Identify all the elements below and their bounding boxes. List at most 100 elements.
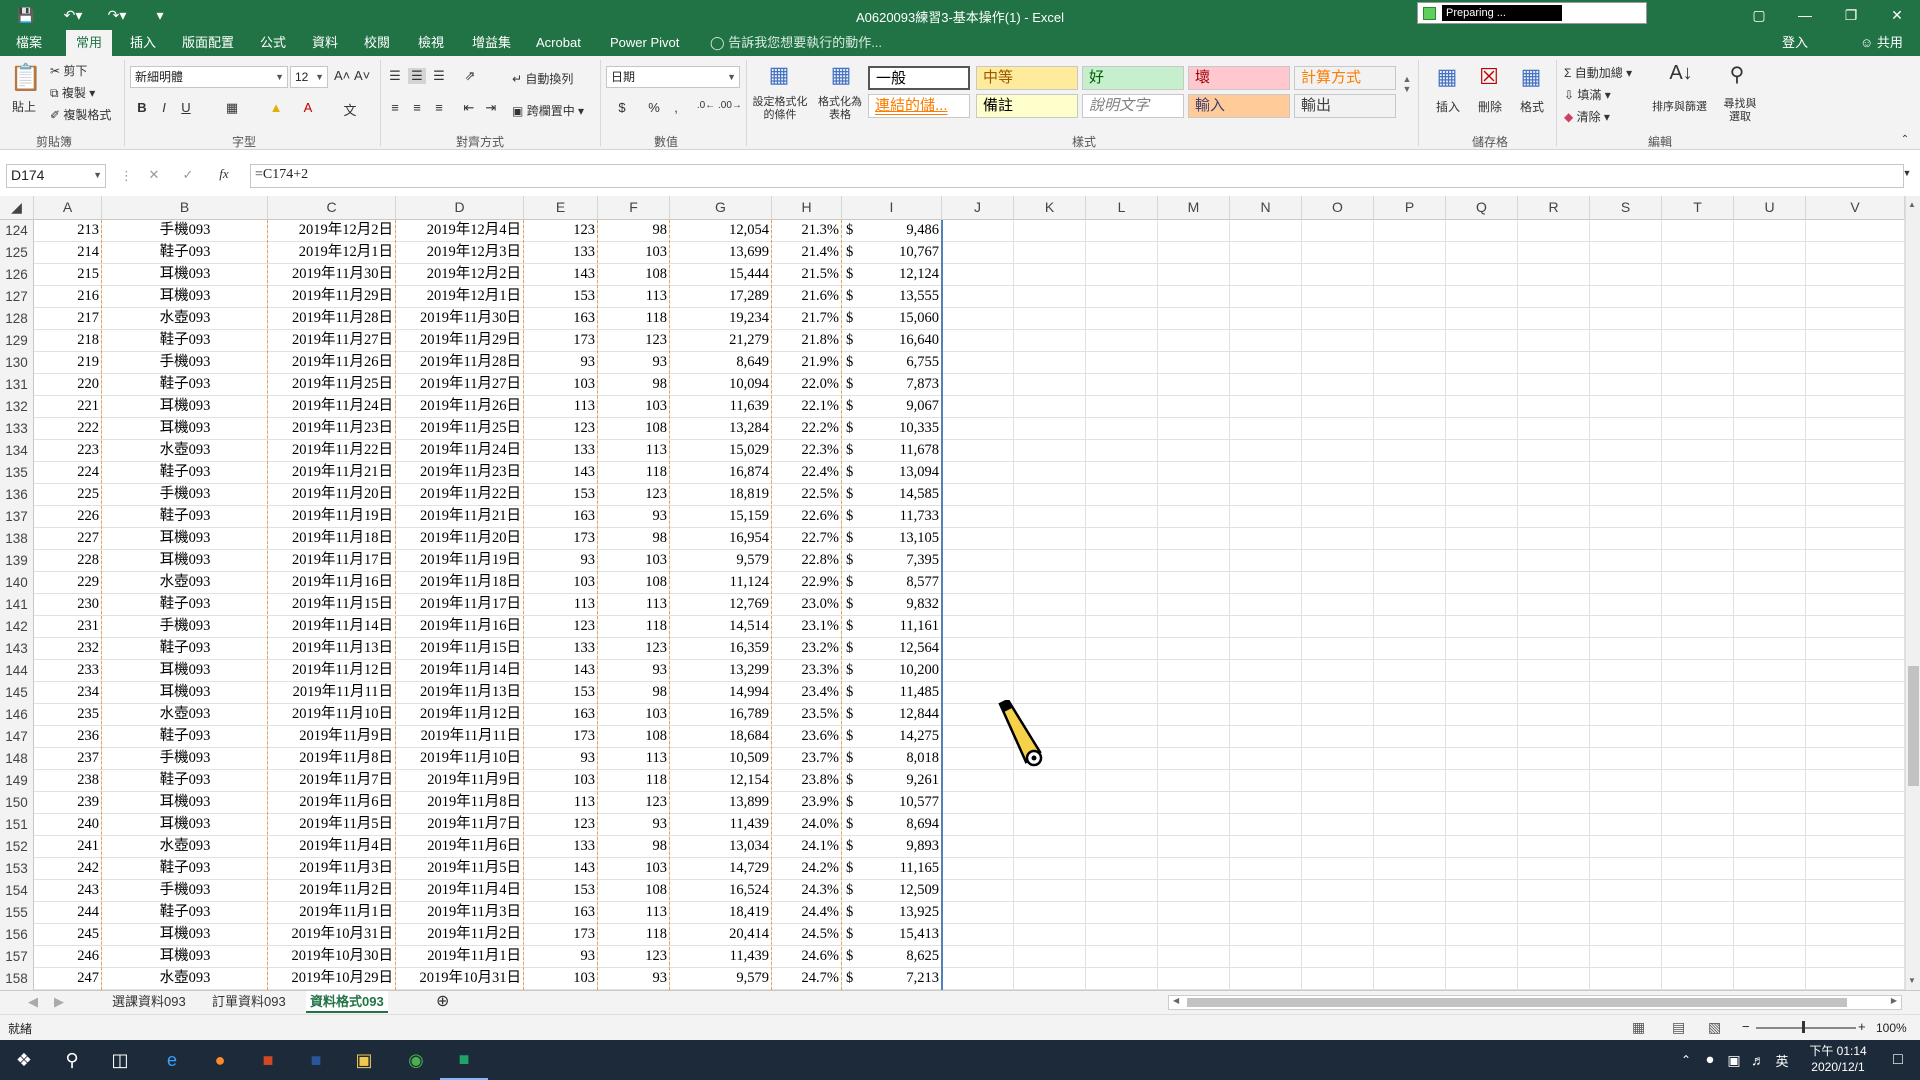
sheet-tab-format[interactable]: 資料格式093 bbox=[306, 991, 388, 1013]
scroll-left-icon[interactable]: ◀ bbox=[1173, 996, 1179, 1005]
cell-g[interactable]: 18,684 bbox=[670, 726, 772, 748]
cell-g[interactable]: 16,789 bbox=[670, 704, 772, 726]
cell-c[interactable]: 2019年10月29日 bbox=[268, 968, 396, 990]
cell-f[interactable]: 103 bbox=[598, 396, 670, 418]
cell-b[interactable]: 水壺093 bbox=[102, 836, 268, 858]
cell-b[interactable]: 手機093 bbox=[102, 748, 268, 770]
cell-d[interactable]: 2019年11月25日 bbox=[396, 418, 524, 440]
cell-c[interactable]: 2019年11月27日 bbox=[268, 330, 396, 352]
column-header-m[interactable]: M bbox=[1158, 196, 1230, 220]
cell-f[interactable]: 123 bbox=[598, 946, 670, 968]
cell-f[interactable]: 113 bbox=[598, 286, 670, 308]
column-header-h[interactable]: H bbox=[772, 196, 842, 220]
cell-style-6[interactable]: 備註 bbox=[976, 94, 1078, 118]
cell-c[interactable]: 2019年11月22日 bbox=[268, 440, 396, 462]
hscroll-thumb[interactable] bbox=[1187, 998, 1847, 1007]
cell-i[interactable]: 13,555 bbox=[862, 286, 942, 308]
cell-f[interactable]: 118 bbox=[598, 616, 670, 638]
scroll-right-icon[interactable]: ▶ bbox=[1891, 996, 1897, 1005]
horizontal-scrollbar[interactable]: ◀ ▶ bbox=[1168, 995, 1902, 1010]
cell-f[interactable]: 93 bbox=[598, 506, 670, 528]
fill-color-icon[interactable]: ▲ bbox=[266, 100, 286, 115]
cell-b[interactable]: 耳機093 bbox=[102, 660, 268, 682]
row-header[interactable]: 157 bbox=[0, 946, 34, 968]
delete-cells-label[interactable]: 刪除 bbox=[1478, 98, 1502, 115]
cell-h[interactable]: 22.1% bbox=[772, 396, 842, 418]
zoom-slider-thumb[interactable] bbox=[1802, 1021, 1805, 1033]
cell-f[interactable]: 118 bbox=[598, 462, 670, 484]
cell-e[interactable]: 103 bbox=[524, 968, 598, 990]
cell-d[interactable]: 2019年11月11日 bbox=[396, 726, 524, 748]
cell-h[interactable]: 23.7% bbox=[772, 748, 842, 770]
cell-i[interactable]: 10,335 bbox=[862, 418, 942, 440]
cell-g[interactable]: 21,279 bbox=[670, 330, 772, 352]
cell-style-1[interactable]: 中等 bbox=[976, 66, 1078, 90]
column-header-n[interactable]: N bbox=[1230, 196, 1302, 220]
cell-c[interactable]: 2019年11月29日 bbox=[268, 286, 396, 308]
column-header-e[interactable]: E bbox=[524, 196, 598, 220]
cell-c[interactable]: 2019年11月26日 bbox=[268, 352, 396, 374]
cell-d[interactable]: 2019年11月5日 bbox=[396, 858, 524, 880]
cell-e[interactable]: 153 bbox=[524, 880, 598, 902]
cell-f[interactable]: 123 bbox=[598, 792, 670, 814]
cell-c[interactable]: 2019年10月31日 bbox=[268, 924, 396, 946]
italic-button[interactable]: I bbox=[156, 100, 172, 115]
cell-d[interactable]: 2019年10月31日 bbox=[396, 968, 524, 990]
cut-button[interactable]: ✂ 剪下 bbox=[50, 62, 87, 79]
zoom-out-icon[interactable]: − bbox=[1742, 1019, 1750, 1034]
autosum-button[interactable]: Σ 自動加總 ▾ bbox=[1564, 64, 1632, 81]
sheet-tab-orders[interactable]: 訂單資料093 bbox=[208, 991, 290, 1013]
cell-i[interactable]: 10,200 bbox=[862, 660, 942, 682]
cell-d[interactable]: 2019年11月6日 bbox=[396, 836, 524, 858]
cell-i[interactable]: 11,161 bbox=[862, 616, 942, 638]
cell-b[interactable]: 耳機093 bbox=[102, 396, 268, 418]
cell-a[interactable]: 229 bbox=[34, 572, 102, 594]
cell-d[interactable]: 2019年11月2日 bbox=[396, 924, 524, 946]
cell-d[interactable]: 2019年12月4日 bbox=[396, 220, 524, 242]
cell-b[interactable]: 鞋子093 bbox=[102, 770, 268, 792]
decrease-indent-icon[interactable]: ⇤ bbox=[460, 100, 478, 116]
cell-e[interactable]: 133 bbox=[524, 836, 598, 858]
cell-a[interactable]: 226 bbox=[34, 506, 102, 528]
cell-f[interactable]: 93 bbox=[598, 814, 670, 836]
align-center-icon[interactable]: ≡ bbox=[408, 100, 426, 115]
cell-c[interactable]: 2019年12月1日 bbox=[268, 242, 396, 264]
cell-i[interactable]: 9,261 bbox=[862, 770, 942, 792]
cell-a[interactable]: 227 bbox=[34, 528, 102, 550]
cell-i[interactable]: 14,585 bbox=[862, 484, 942, 506]
cell-i[interactable]: 8,577 bbox=[862, 572, 942, 594]
cell-h[interactable]: 23.9% bbox=[772, 792, 842, 814]
cell-i[interactable]: 11,485 bbox=[862, 682, 942, 704]
cell-c[interactable]: 2019年11月17日 bbox=[268, 550, 396, 572]
cell-a[interactable]: 241 bbox=[34, 836, 102, 858]
powerpoint-icon[interactable]: ■ bbox=[244, 1040, 292, 1080]
row-header[interactable]: 156 bbox=[0, 924, 34, 946]
row-header[interactable]: 153 bbox=[0, 858, 34, 880]
copy-button[interactable]: ⧉ 複製 ▾ bbox=[50, 84, 95, 101]
cell-g[interactable]: 19,234 bbox=[670, 308, 772, 330]
cell-a[interactable]: 238 bbox=[34, 770, 102, 792]
ribbon-display-icon[interactable]: ▢ bbox=[1736, 0, 1782, 30]
cell-a[interactable]: 242 bbox=[34, 858, 102, 880]
cell-i[interactable]: 15,413 bbox=[862, 924, 942, 946]
tab-view[interactable]: 檢視 bbox=[408, 30, 454, 56]
cell-i[interactable]: 6,755 bbox=[862, 352, 942, 374]
conditional-format-icon[interactable]: ▦ bbox=[762, 62, 796, 88]
tab-insert[interactable]: 插入 bbox=[120, 30, 166, 56]
cell-h[interactable]: 22.4% bbox=[772, 462, 842, 484]
cell-a[interactable]: 247 bbox=[34, 968, 102, 990]
column-header-j[interactable]: J bbox=[942, 196, 1014, 220]
cell-b[interactable]: 鞋子093 bbox=[102, 242, 268, 264]
font-size-select[interactable]: 12 ▼ bbox=[290, 66, 328, 88]
cell-c[interactable]: 2019年11月10日 bbox=[268, 704, 396, 726]
cell-e[interactable]: 173 bbox=[524, 330, 598, 352]
cell-a[interactable]: 243 bbox=[34, 880, 102, 902]
scroll-down-icon[interactable]: ▼ bbox=[1908, 976, 1916, 985]
zoom-in-icon[interactable]: + bbox=[1858, 1019, 1866, 1034]
row-header[interactable]: 131 bbox=[0, 374, 34, 396]
cell-e[interactable]: 153 bbox=[524, 286, 598, 308]
cell-style-3[interactable]: 壞 bbox=[1188, 66, 1290, 90]
cell-e[interactable]: 123 bbox=[524, 418, 598, 440]
column-header-a[interactable]: A bbox=[34, 196, 102, 220]
cell-i[interactable]: 8,018 bbox=[862, 748, 942, 770]
